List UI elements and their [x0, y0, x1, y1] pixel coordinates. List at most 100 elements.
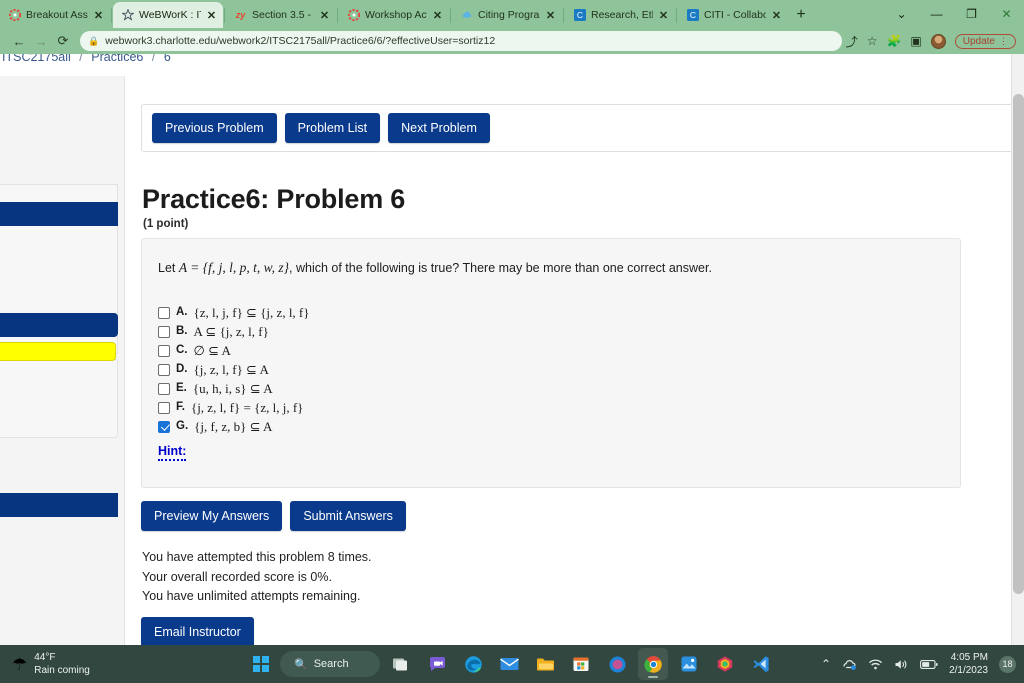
microsoft-store-icon[interactable]: [566, 648, 596, 680]
browser-menu-icon[interactable]: ⋮: [999, 36, 1008, 47]
choice-c[interactable]: C. ∅ ⊆ A: [158, 341, 918, 360]
attempt-status: You have attempted this problem 8 times.…: [142, 548, 372, 607]
tab-strip: Breakout Assignn ✕ WeBWorK : ITSC2 ✕ zy …: [0, 0, 1024, 28]
browser-tab-6[interactable]: C Research, Ethics ✕: [565, 2, 675, 28]
close-icon[interactable]: ✕: [93, 10, 104, 22]
sidebar-button-lower[interactable]: [0, 493, 118, 517]
rain-umbrella-icon: ☂: [12, 654, 28, 674]
hint-link[interactable]: Hint:: [158, 444, 187, 461]
tray-overflow-chevron-up-icon[interactable]: ⌃: [821, 657, 831, 671]
tab-search-chevron-down-icon[interactable]: ⌄: [884, 0, 919, 28]
choice-b-math: A ⊆ {j, z, l, f}: [193, 324, 269, 339]
clock-date: 2/1/2023: [949, 665, 988, 676]
sidebar-current-problem-highlight[interactable]: [0, 342, 116, 361]
close-icon[interactable]: ✕: [206, 10, 217, 22]
maximize-button[interactable]: ❐: [954, 0, 989, 28]
next-problem-button[interactable]: Next Problem: [388, 113, 490, 143]
volume-icon[interactable]: [894, 658, 909, 671]
back-button[interactable]: ←: [8, 30, 30, 52]
status-score: Your overall recorded score is 0%.: [142, 569, 332, 584]
breadcrumb-separator: /: [151, 54, 156, 64]
breadcrumb-set[interactable]: Practice6: [91, 54, 143, 64]
close-window-button[interactable]: ✕: [989, 0, 1024, 28]
browser-tab-2[interactable]: WeBWorK : ITSC2 ✕: [113, 2, 223, 28]
sidebar-button-upper[interactable]: [0, 202, 118, 226]
file-explorer-icon[interactable]: [530, 648, 560, 680]
update-button[interactable]: Update ⋮: [954, 33, 1016, 49]
reload-button[interactable]: ⟳: [52, 30, 74, 52]
onedrive-icon[interactable]: [842, 657, 857, 671]
bookmark-star-icon[interactable]: ☆: [867, 34, 878, 48]
forward-button[interactable]: →: [30, 30, 52, 52]
choice-b-checkbox[interactable]: [158, 325, 170, 338]
choice-a[interactable]: A. {z, l, j, f} ⊆ {j, z, l, f}: [158, 303, 918, 322]
mail-icon[interactable]: [494, 648, 524, 680]
choice-e[interactable]: E. {u, h, i, s} ⊆ A: [158, 379, 918, 398]
address-input[interactable]: 🔒 webwork3.charlotte.edu/webwork2/ITSC21…: [80, 31, 842, 51]
choice-f-checkbox[interactable]: [158, 401, 170, 414]
choice-g-checkbox[interactable]: [158, 420, 170, 433]
tab-divider: [563, 8, 564, 23]
page-scrollbar[interactable]: [1011, 54, 1024, 645]
minimize-button[interactable]: —: [919, 0, 954, 28]
previous-problem-button[interactable]: Previous Problem: [152, 113, 277, 143]
close-icon[interactable]: ✕: [432, 10, 443, 22]
share-icon[interactable]: ⤴: [846, 33, 858, 50]
tab-title: Section 3.5 - ITSC: [252, 9, 314, 21]
profile-avatar[interactable]: [930, 33, 946, 49]
choice-g[interactable]: G. {j, f, z, b} ⊆ A: [158, 417, 918, 436]
notification-badge[interactable]: 18: [999, 655, 1016, 673]
extensions-puzzle-icon[interactable]: 🧩: [886, 34, 901, 48]
scrollbar-thumb[interactable]: [1013, 94, 1024, 594]
close-icon[interactable]: ✕: [319, 10, 330, 22]
taskbar-search-button[interactable]: 🔍 Search: [280, 651, 380, 677]
task-view-icon[interactable]: [386, 648, 416, 680]
problem-nav-bar: Previous Problem Problem List Next Probl…: [141, 104, 1024, 152]
url-text: webwork3.charlotte.edu/webwork2/ITSC2175…: [105, 35, 496, 47]
taskbar-weather-widget[interactable]: ☂ 44°F Rain coming: [0, 651, 250, 677]
choice-d-checkbox[interactable]: [158, 363, 170, 376]
sidebar-item-problems[interactable]: lems: [0, 313, 118, 337]
choice-c-math: ∅ ⊆ A: [193, 343, 231, 358]
sidebar-icon[interactable]: ▣: [910, 34, 921, 48]
browser-tab-4[interactable]: Workshop Activit ✕: [339, 2, 449, 28]
chrome-icon[interactable]: [638, 648, 668, 680]
active-indicator: [648, 675, 658, 678]
vscode-icon[interactable]: [746, 648, 776, 680]
problem-list-button[interactable]: Problem List: [284, 113, 381, 143]
breadcrumb-course[interactable]: ITSC2175all: [2, 54, 71, 64]
choice-f[interactable]: F. {j, z, l, f} = {z, l, j, f}: [158, 398, 918, 417]
browser-tab-7[interactable]: C CITI - Collaborati ✕: [678, 2, 788, 28]
page-viewport: ITSC2175all / Practice6 / 6 lems Pr: [0, 54, 1024, 645]
battery-icon[interactable]: [920, 659, 938, 670]
email-instructor-button[interactable]: Email Instructor: [141, 617, 254, 645]
search-label: Search: [313, 658, 349, 670]
unity-icon[interactable]: [710, 648, 740, 680]
teams-chat-icon[interactable]: [422, 648, 452, 680]
office-icon[interactable]: [602, 648, 632, 680]
browser-tab-3[interactable]: zy Section 3.5 - ITSC ✕: [226, 2, 336, 28]
page-title: Practice6: Problem 6: [142, 184, 406, 214]
browser-tab-1[interactable]: Breakout Assignn ✕: [0, 2, 110, 28]
browser-tab-5[interactable]: Citing Programm ✕: [452, 2, 562, 28]
new-tab-button[interactable]: +: [788, 3, 814, 27]
choice-e-checkbox[interactable]: [158, 382, 170, 395]
weather-condition: Rain coming: [34, 665, 90, 676]
close-icon[interactable]: ✕: [545, 10, 556, 22]
choice-a-checkbox[interactable]: [158, 306, 170, 319]
start-windows-icon[interactable]: [248, 649, 274, 679]
close-icon[interactable]: ✕: [771, 10, 782, 22]
choice-d[interactable]: D. {j, z, l, f} ⊆ A: [158, 360, 918, 379]
choice-c-checkbox[interactable]: [158, 344, 170, 357]
close-icon[interactable]: ✕: [658, 10, 669, 22]
edge-icon[interactable]: [458, 648, 488, 680]
taskbar-clock[interactable]: 4:05 PM 2/1/2023: [949, 651, 988, 677]
submit-answers-button[interactable]: Submit Answers: [290, 501, 406, 531]
choice-b[interactable]: B. A ⊆ {j, z, l, f}: [158, 322, 918, 341]
breadcrumb-problem[interactable]: 6: [164, 54, 171, 64]
preview-answers-button[interactable]: Preview My Answers: [141, 501, 283, 531]
wifi-icon[interactable]: [868, 658, 883, 671]
statement-suffix: , which of the following is true? There …: [289, 261, 712, 275]
photos-icon[interactable]: [674, 648, 704, 680]
system-tray: ⌃ 4:05 PM 2/1/2023 18: [821, 645, 1016, 683]
